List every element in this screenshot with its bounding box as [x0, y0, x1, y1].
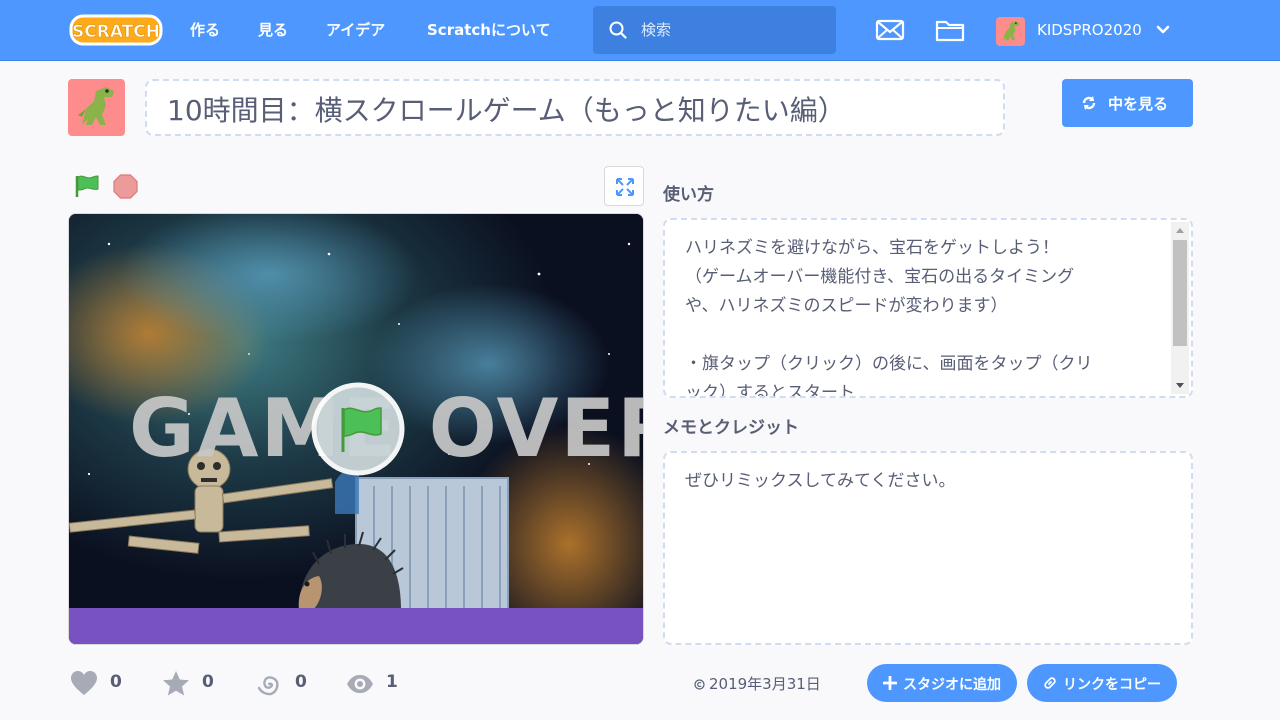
stop-sign-icon[interactable] [113, 174, 138, 199]
project-title-field[interactable]: 10時間目：横スクロールゲーム（もっと知りたい編） [145, 79, 1005, 136]
notes-label: メモとクレジット [663, 418, 799, 438]
copyright-icon [694, 679, 705, 690]
instructions-line: や、ハリネズミのスピードが変わります） [685, 296, 1008, 316]
notes-field[interactable]: ぜひリミックスしてみてください。 [663, 451, 1193, 645]
top-nav: SCRATCH 作る 見る アイデア Scratchについて KIDSPRO20… [0, 0, 1280, 61]
search-box[interactable] [593, 6, 836, 54]
add-to-studio-button[interactable]: スタジオに追加 [867, 664, 1017, 702]
notes-text: ぜひリミックスしてみてください。 [685, 471, 956, 491]
instructions-line: ・旗タップ（クリック）の後に、画面をタップ（クリ [685, 354, 1093, 374]
remix-spiral-icon [257, 676, 279, 696]
instructions-label: 使い方 [663, 185, 714, 205]
favorite-star-icon[interactable] [162, 670, 190, 698]
remix-arrows-icon [1082, 96, 1096, 110]
overlay-green-flag-icon[interactable] [311, 382, 405, 476]
share-date-text: 2019年3月31日 [709, 675, 821, 693]
instructions-line [685, 321, 1155, 350]
link-icon [1044, 677, 1056, 689]
messages-icon[interactable] [875, 16, 905, 44]
share-date: 2019年3月31日 [694, 673, 821, 694]
nav-link-about[interactable]: Scratchについて [427, 0, 551, 61]
instructions-text: ハリネズミを避けながら、宝石をゲットしよう！ （ゲームオーバー機能付き、宝石の出… [685, 234, 1155, 398]
search-icon [609, 21, 627, 39]
user-avatar[interactable] [996, 17, 1025, 46]
project-title: 10時間目：横スクロールゲーム（もっと知りたい編） [167, 94, 846, 127]
views-eye-icon [347, 675, 373, 693]
fullscreen-button[interactable] [604, 166, 644, 206]
scroll-thumb[interactable] [1173, 240, 1187, 346]
copy-link-label: リンクをコピー [1063, 677, 1161, 693]
love-heart-icon[interactable] [70, 670, 98, 698]
view-count: 1 [386, 672, 398, 692]
nav-link-ideas[interactable]: アイデア [326, 0, 385, 61]
project-author-avatar[interactable] [68, 79, 125, 136]
instructions-line: ハリネズミを避けながら、宝石をゲットしよう！ [685, 238, 1059, 258]
dinosaur-icon [78, 87, 114, 125]
instructions-line: ック）するとスタート [685, 383, 855, 398]
chevron-down-icon[interactable] [1155, 24, 1171, 36]
logo-text: SCRATCH [72, 22, 160, 42]
nav-link-create[interactable]: 作る [190, 0, 220, 61]
love-count: 0 [110, 672, 122, 692]
nav-link-explore[interactable]: 見る [258, 0, 288, 61]
copy-link-button[interactable]: リンクをコピー [1027, 664, 1177, 702]
scroll-down-arrow-icon[interactable] [1176, 383, 1184, 388]
plus-icon [883, 676, 897, 690]
remix-count: 0 [295, 672, 307, 692]
username[interactable]: KIDSPRO2020 [1037, 0, 1142, 61]
instructions-scrollbar[interactable] [1171, 222, 1189, 394]
see-inside-button[interactable]: 中を見る [1062, 79, 1193, 127]
my-stuff-folder-icon[interactable] [935, 16, 965, 44]
scroll-up-arrow-icon[interactable] [1176, 228, 1184, 233]
instructions-line: （ゲームオーバー機能付き、宝石の出るタイミング [685, 267, 1075, 287]
green-flag-icon[interactable] [74, 174, 100, 198]
fullscreen-icon [616, 178, 634, 196]
add-to-studio-label: スタジオに追加 [903, 677, 1001, 693]
project-stage[interactable]: GAME OVER [68, 213, 644, 645]
dinosaur-icon [1003, 21, 1020, 41]
instructions-field[interactable]: ハリネズミを避けながら、宝石をゲットしよう！ （ゲームオーバー機能付き、宝石の出… [663, 218, 1193, 398]
favorite-count: 0 [202, 672, 214, 692]
scratch-logo[interactable]: SCRATCH [69, 12, 163, 48]
see-inside-label: 中を見る [1108, 95, 1169, 113]
search-input[interactable] [641, 18, 821, 42]
